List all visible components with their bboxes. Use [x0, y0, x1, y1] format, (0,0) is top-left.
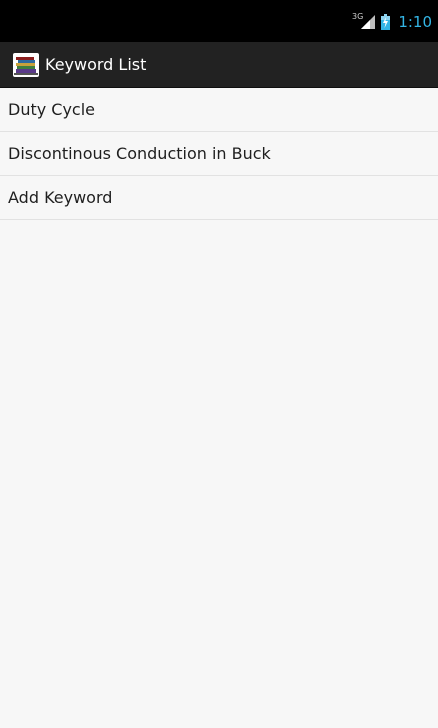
list-item-duty-cycle[interactable]: Duty Cycle — [0, 88, 438, 132]
clock: 1:10 — [398, 13, 432, 31]
status-icons: 3G 1:10 — [352, 12, 432, 32]
list-item-label: Add Keyword — [8, 188, 113, 207]
add-keyword-item[interactable]: Add Keyword — [0, 176, 438, 220]
page-title: Keyword List — [45, 55, 147, 74]
network-type-label: 3G — [352, 11, 364, 21]
status-bar: 3G 1:10 — [0, 0, 438, 42]
battery-charging-icon — [381, 14, 391, 30]
signal-icon — [361, 15, 376, 29]
books-app-icon[interactable] — [13, 52, 39, 77]
list-item-label: Discontinous Conduction in Buck — [8, 144, 271, 163]
list-item-discontinous-conduction[interactable]: Discontinous Conduction in Buck — [0, 132, 438, 176]
list-item-label: Duty Cycle — [8, 100, 96, 119]
action-bar: Keyword List — [0, 42, 438, 88]
keyword-list: Duty Cycle Discontinous Conduction in Bu… — [0, 88, 438, 220]
